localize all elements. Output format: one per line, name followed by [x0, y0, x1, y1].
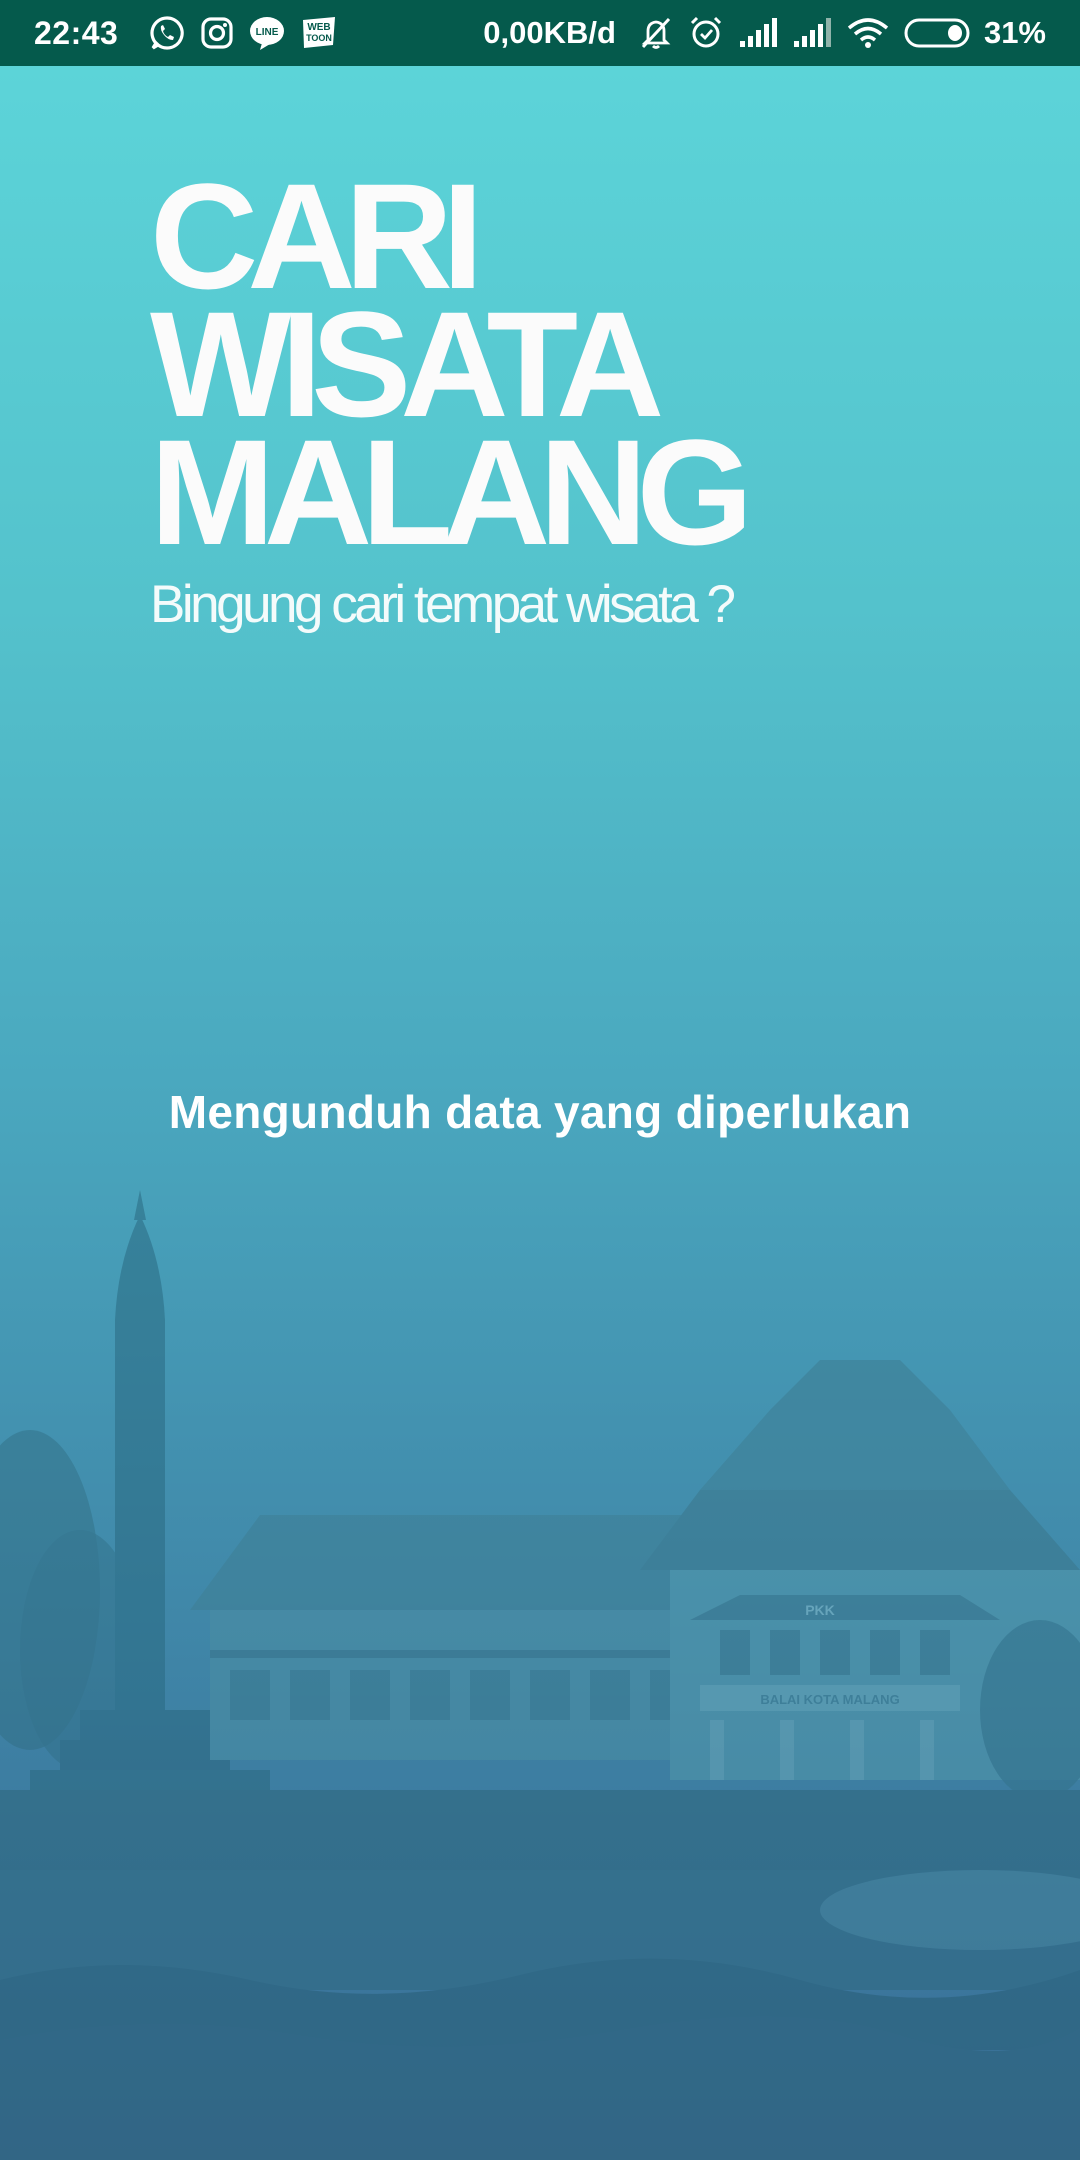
status-bar: 22:43 LINE WEB TOON 0,00KB/d 31% — [0, 0, 1080, 66]
wifi-icon — [846, 16, 890, 50]
battery-icon — [904, 17, 972, 49]
signal-1-icon — [738, 17, 778, 49]
signal-2-icon — [792, 17, 832, 49]
tagline: Bingung cari tempat wisata ? — [150, 575, 736, 634]
battery-percent: 31% — [983, 15, 1046, 50]
webtoon-label-bottom: TOON — [306, 33, 332, 43]
muted-bell-icon — [638, 15, 674, 51]
status-bar-right: 0,00KB/d 31% — [483, 15, 1046, 51]
status-bar-left: 22:43 LINE WEB TOON — [34, 14, 338, 52]
title-line-3: MALANG — [150, 408, 753, 576]
roof-sign: PKK — [805, 1602, 835, 1618]
clock: 22:43 — [34, 14, 119, 51]
line-icon: LINE — [248, 15, 286, 51]
building-sign: BALAI KOTA MALANG — [760, 1692, 899, 1707]
splash-screen: 22:43 LINE WEB TOON 0,00KB/d 31% PKK BAL… — [0, 0, 1080, 2160]
instagram-icon — [200, 16, 234, 50]
app-title-block: CARI WISATA MALANG Bingung cari tempat w… — [150, 161, 850, 635]
whatsapp-icon — [148, 14, 186, 52]
webtoon-label-top: WEB — [308, 22, 331, 33]
alarm-icon — [688, 15, 724, 51]
city-hall-background-image: PKK BALAI KOTA MALANG — [0, 1190, 1080, 2160]
loading-message: Mengunduh data yang diperlukan — [168, 1086, 912, 1138]
webtoon-icon: WEB TOON — [300, 15, 338, 51]
network-speed: 0,00KB/d — [483, 15, 616, 50]
line-icon-label: LINE — [256, 27, 279, 38]
